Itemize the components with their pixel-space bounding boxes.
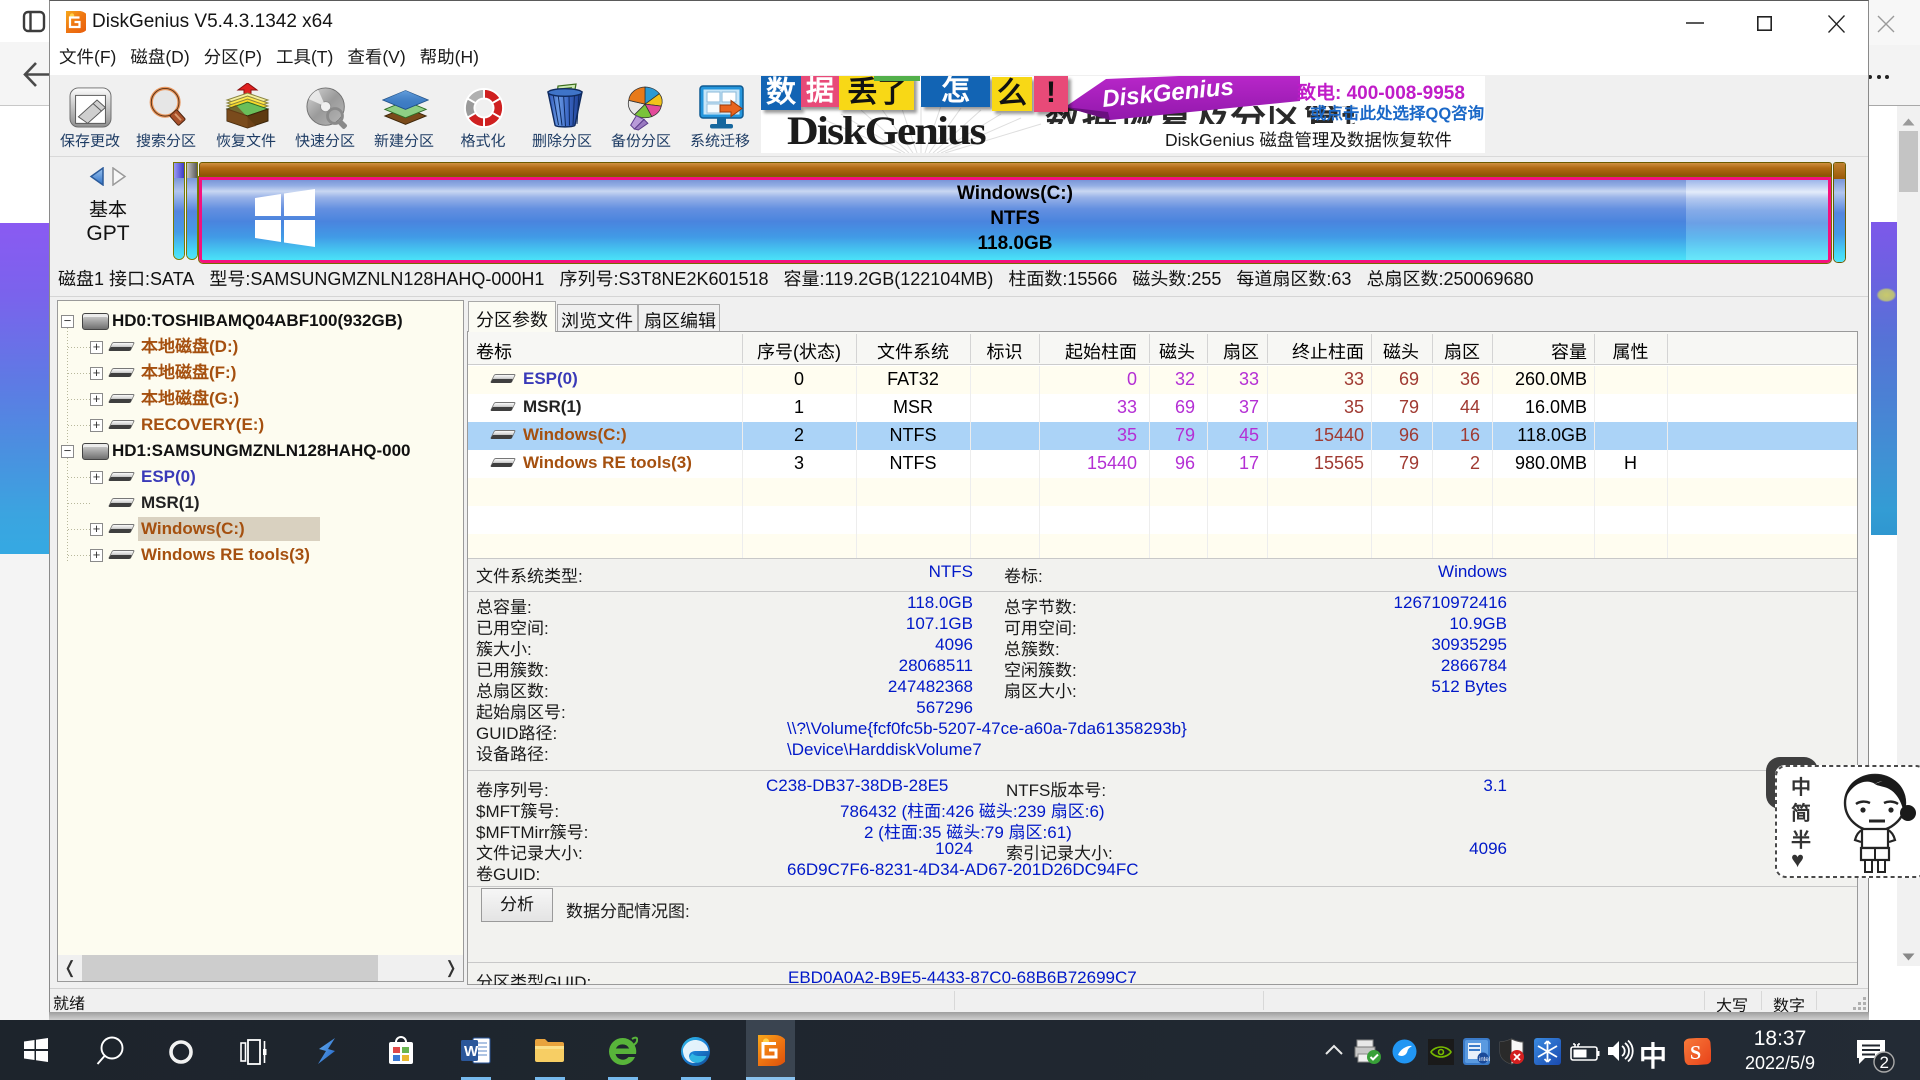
svg-text:W: W [464, 1043, 479, 1060]
svg-text:intel: intel [1479, 1057, 1490, 1063]
svg-text:S: S [1690, 1042, 1701, 1064]
svg-text:2: 2 [1880, 1053, 1889, 1072]
